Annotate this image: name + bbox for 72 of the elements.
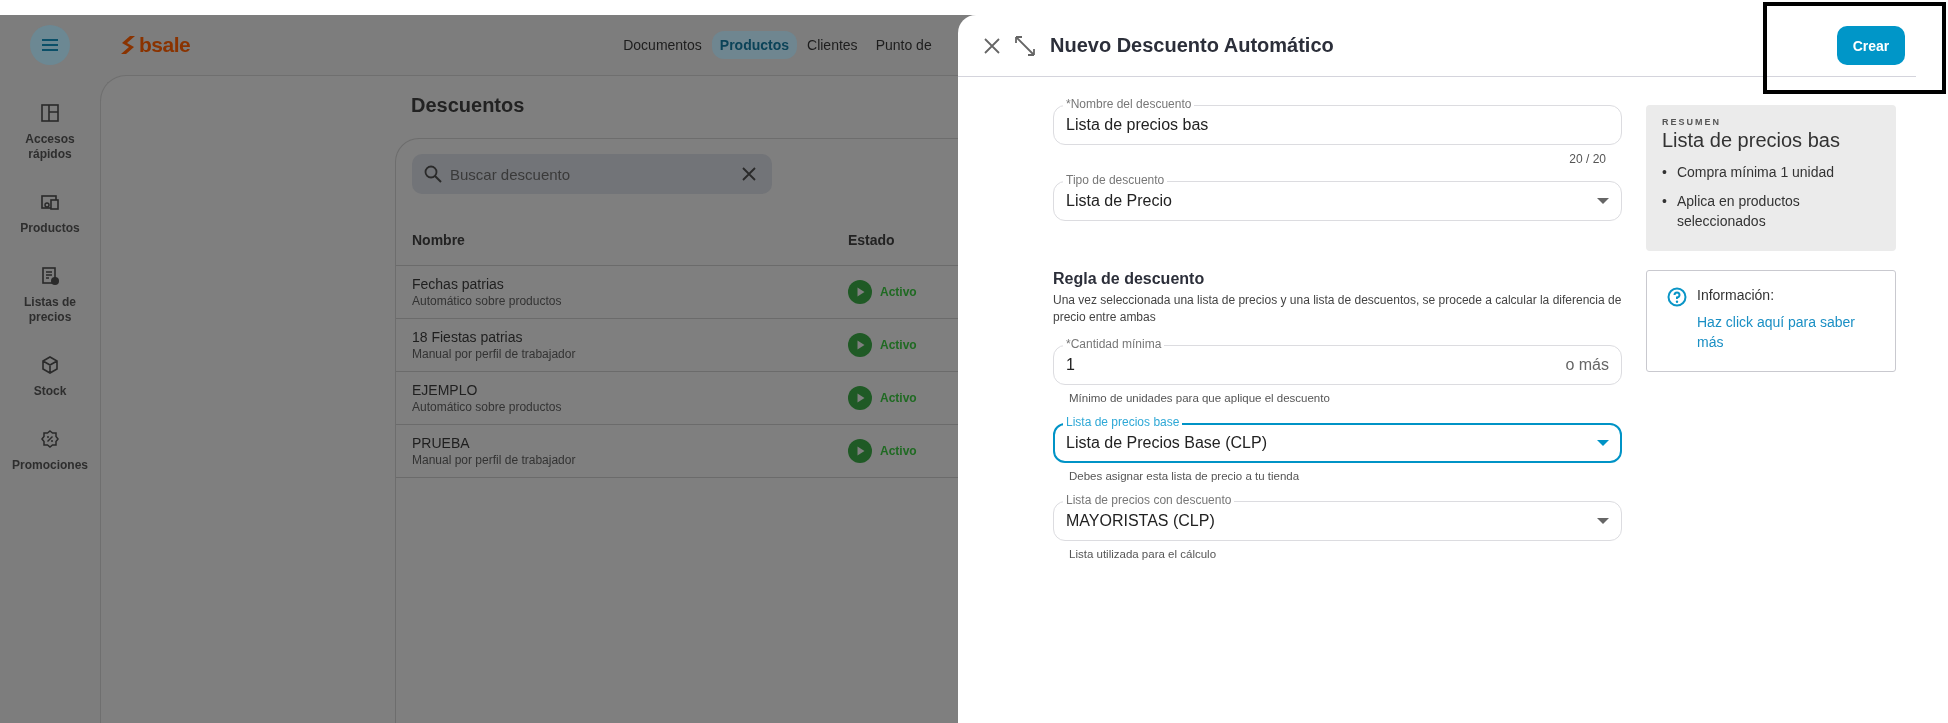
help-icon bbox=[1667, 287, 1687, 307]
search-field[interactable]: Buscar descuento bbox=[412, 154, 772, 194]
nav-tab[interactable]: Productos bbox=[711, 31, 798, 59]
field-suffix: o más bbox=[1565, 356, 1609, 374]
character-counter: 20 / 20 bbox=[1569, 152, 1606, 166]
section-description: Una vez seleccionada una lista de precios y una lista de descuentos, se procede a calcular la diferencia de precio entre ambas bbox=[1053, 292, 1622, 326]
logo-text: bsale bbox=[139, 33, 191, 57]
discount-name: EJEMPLO bbox=[412, 382, 479, 398]
sidebar-item[interactable]: Stock bbox=[2, 355, 98, 399]
drawer-title: Nuevo Descuento Automático bbox=[1050, 34, 1335, 57]
sidebar-item[interactable]: Accesos rápidos bbox=[2, 103, 98, 162]
play-icon bbox=[848, 386, 872, 410]
field-value: Lista de Precio bbox=[1066, 192, 1173, 210]
bullet-mark: • bbox=[1662, 163, 1667, 182]
menu-icon bbox=[41, 38, 59, 52]
dropdown-caret-icon bbox=[1597, 440, 1609, 446]
summary-eyebrow: RESUMEN bbox=[1662, 117, 1722, 127]
discount-type: Automático sobre productos bbox=[412, 294, 563, 308]
helper-text: Lista utilizada para el cálculo bbox=[1069, 548, 1217, 560]
cube-icon bbox=[40, 355, 60, 375]
sidebar-item[interactable]: Listas de precios bbox=[2, 266, 98, 325]
discount-name: 18 Fiestas patrias bbox=[412, 329, 524, 345]
logo-icon bbox=[120, 35, 136, 55]
field-label: *Nombre del descuento bbox=[1063, 97, 1195, 111]
summary-item: Compra mínima 1 unidad bbox=[1676, 163, 1835, 182]
summary-item: Aplica en productos seleccionados bbox=[1676, 192, 1801, 231]
discount-name: PRUEBA bbox=[412, 435, 471, 451]
help-link[interactable]: Haz click aquí para saber más bbox=[1697, 312, 1881, 352]
field-label: Lista de precios con descuento bbox=[1063, 493, 1235, 507]
summary-title: Lista de precios bas bbox=[1662, 129, 1841, 152]
create-button[interactable]: Crear bbox=[1837, 26, 1905, 65]
dropdown-caret-icon bbox=[1597, 198, 1609, 204]
status-label: Activo bbox=[848, 386, 917, 410]
play-icon bbox=[848, 333, 872, 357]
section-title: Regla de descuento bbox=[1053, 270, 1205, 288]
status-label: Activo bbox=[848, 439, 917, 463]
play-icon bbox=[848, 280, 872, 304]
discount-type: Manual por perfil de trabajador bbox=[412, 453, 577, 467]
field-value: 1 bbox=[1066, 356, 1076, 374]
clear-icon[interactable] bbox=[742, 167, 756, 181]
nav-tab[interactable]: Documentos bbox=[615, 31, 710, 59]
close-icon[interactable] bbox=[984, 37, 1000, 54]
status-label: Activo bbox=[848, 280, 917, 304]
discount-type: Manual por perfil de trabajador bbox=[412, 347, 577, 361]
field-value: MAYORISTAS (CLP) bbox=[1066, 512, 1216, 530]
helper-text: Mínimo de unidades para que aplique el descuento bbox=[1069, 392, 1330, 404]
expand-icon[interactable] bbox=[1014, 34, 1036, 57]
play-icon bbox=[848, 439, 872, 463]
info-title: Información: bbox=[1697, 287, 1776, 303]
status-label: Activo bbox=[848, 333, 917, 357]
field-label: *Cantidad mínima bbox=[1063, 337, 1165, 351]
discount-name: Fechas patrias bbox=[412, 276, 505, 292]
helper-text: Debes asignar esta lista de precio a tu tienda bbox=[1069, 470, 1300, 482]
sidebar-item[interactable]: Productos bbox=[2, 192, 98, 236]
nav-tab[interactable]: Clientes bbox=[799, 31, 866, 59]
page-title: Descuentos bbox=[411, 93, 525, 118]
field-value: Lista de Precios Base (CLP) bbox=[1066, 434, 1268, 452]
column-header: Estado bbox=[848, 232, 895, 248]
nav-tab[interactable]: Punto de bbox=[867, 31, 940, 59]
search-icon bbox=[424, 165, 442, 183]
column-header: Nombre bbox=[412, 232, 465, 248]
discount-type: Automático sobre productos bbox=[412, 400, 563, 414]
discount-badge-icon bbox=[40, 429, 60, 449]
field-value: Lista de precios bas bbox=[1066, 116, 1210, 134]
devices-icon bbox=[40, 192, 60, 212]
layout-icon bbox=[40, 103, 60, 123]
bullet-mark: • bbox=[1662, 192, 1667, 211]
price-list-icon bbox=[40, 266, 60, 286]
field-label: Tipo de descuento bbox=[1063, 173, 1168, 187]
sidebar-item[interactable]: Promociones bbox=[2, 429, 98, 473]
dropdown-caret-icon bbox=[1597, 518, 1609, 524]
field-label: Lista de precios base bbox=[1063, 415, 1183, 429]
